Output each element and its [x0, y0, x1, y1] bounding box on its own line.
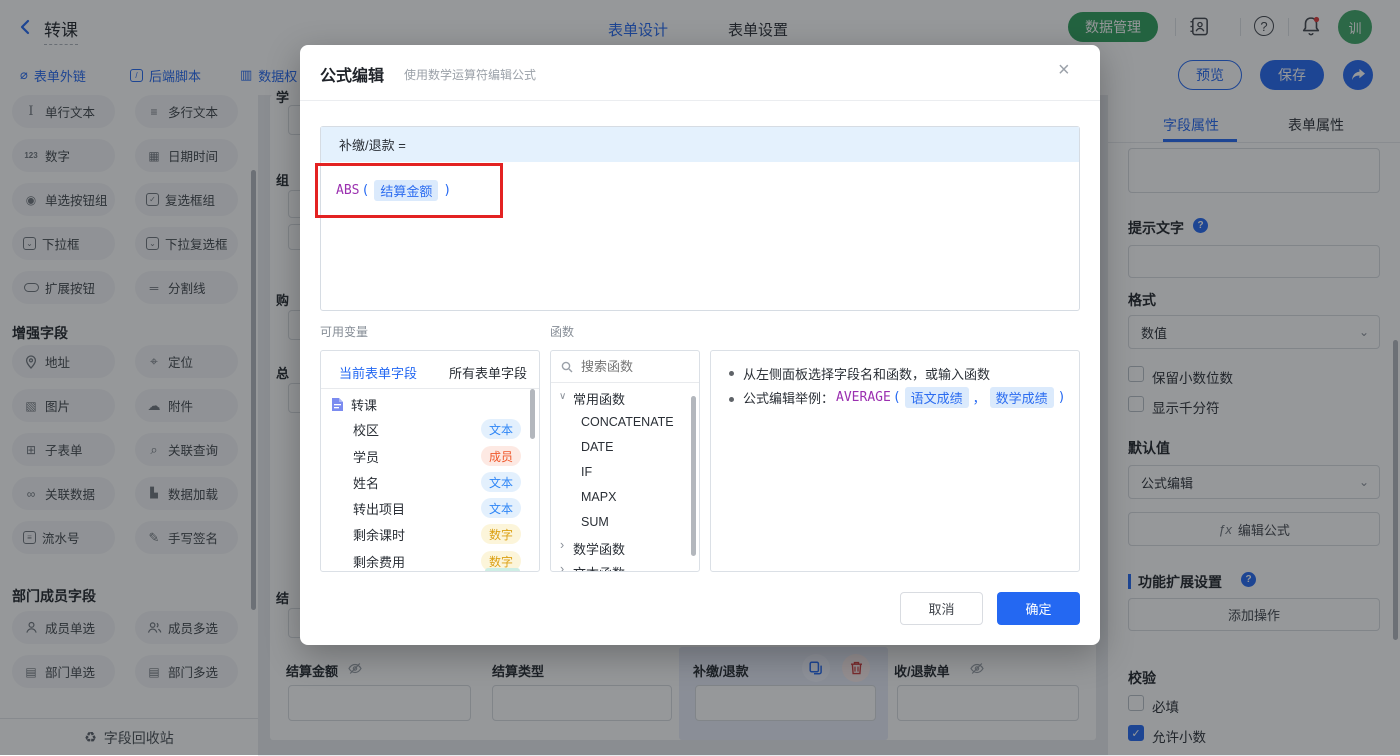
tab-current-form-fields[interactable]: 当前表单字段 — [339, 363, 417, 382]
function-item[interactable]: IF — [581, 465, 592, 479]
form-doc-icon — [332, 398, 343, 411]
chevron-right-icon: › — [560, 562, 565, 572]
formula-help-panel: 从左侧面板选择字段名和函数，或输入函数 公式编辑举例： AVERAGE ( 语文… — [710, 350, 1080, 572]
example-field-chip: 语文成绩 — [904, 387, 969, 408]
divider — [300, 100, 1100, 101]
example-field-chip: 数学成绩 — [989, 387, 1054, 408]
bullet-dot — [729, 397, 734, 402]
function-item[interactable]: SUM — [581, 515, 609, 529]
cancel-button[interactable]: 取消 — [900, 592, 983, 625]
example-function-name: AVERAGE — [836, 390, 891, 405]
variables-panel: 当前表单字段 所有表单字段 转课 校区 文本 学员 成员 姓名 文本 转出项目 … — [320, 350, 540, 572]
variable-row[interactable]: 校区 文本 — [321, 416, 539, 442]
modal-title: 公式编辑 — [320, 68, 385, 85]
chevron-right-icon: › — [560, 538, 565, 552]
field-type-badge: 成员 — [480, 446, 521, 466]
functions-panel: ∨ 常用函数 CONCATENATE DATE IF MAPX SUM › 数学… — [550, 350, 700, 572]
functions-section-label: 函数 — [550, 325, 575, 339]
function-item[interactable]: MAPX — [581, 490, 616, 504]
functions-scrollbar[interactable] — [691, 396, 696, 556]
formula-expression: ABS ( 结算金额 ) — [321, 162, 1079, 201]
function-search-input[interactable] — [579, 358, 683, 375]
function-search-box[interactable] — [551, 351, 699, 383]
tab-all-form-fields[interactable]: 所有表单字段 — [449, 363, 527, 382]
bullet-dot — [729, 371, 734, 376]
variable-row[interactable]: 姓名 文本 — [321, 469, 539, 495]
variables-scrollbar[interactable] — [530, 389, 535, 439]
formula-target-bar: 补缴/退款 = — [321, 127, 1079, 162]
variable-row[interactable]: 剩余课时 数字 — [321, 521, 539, 547]
clipped-badge — [485, 568, 520, 571]
field-type-badge: 文本 — [480, 498, 521, 518]
search-icon — [561, 361, 573, 372]
formula-function-name: ABS — [336, 183, 360, 198]
divider — [321, 388, 539, 389]
variable-row[interactable]: 转出项目 文本 — [321, 495, 539, 521]
formula-field-chip[interactable]: 结算金额 — [374, 180, 439, 201]
formula-editor-box[interactable]: 补缴/退款 = ABS ( 结算金额 ) — [320, 126, 1080, 311]
variables-section-label: 可用变量 — [320, 325, 369, 339]
function-item[interactable]: CONCATENATE — [581, 415, 674, 429]
function-group-text[interactable]: 文本函数 — [573, 563, 625, 571]
formula-editor-modal: 公式编辑 使用数学运算符编辑公式 × 补缴/退款 = ABS ( 结算金额 ) … — [300, 45, 1100, 645]
function-item[interactable]: DATE — [581, 440, 613, 454]
modal-subtitle: 使用数学运算符编辑公式 — [404, 68, 537, 82]
help-line-2: 公式编辑举例： AVERAGE ( 语文成绩 ， 数学成绩 ) — [743, 387, 1066, 408]
field-type-badge: 文本 — [480, 419, 521, 439]
function-group-math[interactable]: 数学函数 — [573, 539, 625, 558]
confirm-button[interactable]: 确定 — [997, 592, 1080, 625]
close-icon[interactable]: × — [1058, 59, 1070, 82]
variable-row[interactable]: 学员 成员 — [321, 443, 539, 469]
tree-node-form[interactable]: 转课 — [331, 395, 377, 414]
field-type-badge: 数字 — [480, 524, 521, 544]
field-type-badge: 文本 — [480, 472, 521, 492]
function-group-common[interactable]: 常用函数 — [573, 389, 625, 408]
help-line-1: 从左侧面板选择字段名和函数，或输入函数 — [743, 367, 991, 382]
chevron-down-icon: ∨ — [559, 391, 567, 402]
